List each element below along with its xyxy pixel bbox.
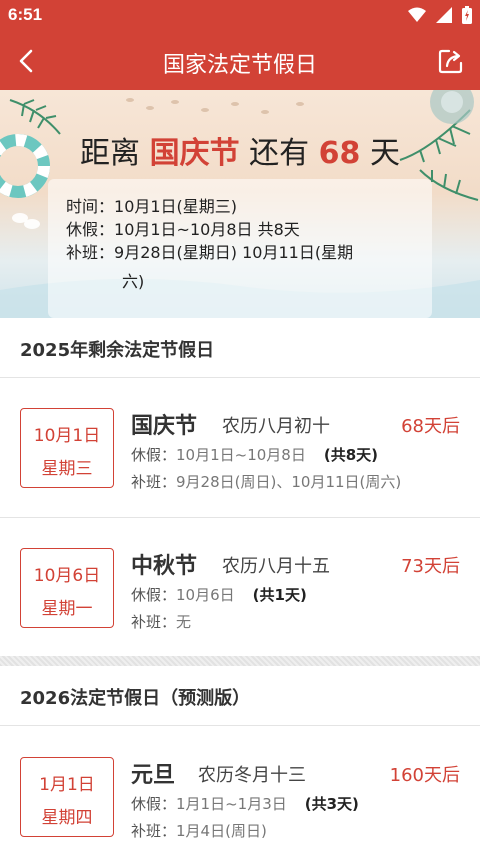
countdown-mid: 还有 — [249, 136, 310, 171]
makeup-label: 补班： — [131, 473, 177, 491]
holiday-makeup: 补班：无 — [131, 611, 191, 632]
date-box: 1月1日 星期四 — [20, 757, 114, 837]
share-icon — [438, 49, 463, 74]
vacation-label: 休假： — [131, 795, 177, 813]
holiday-lunar-date: 农历八月十五 — [222, 556, 330, 577]
countdown-banner: 距离 国庆节 还有 68 天 时间：10月1日(星期三) 休假：10月1日~10… — [0, 90, 480, 318]
countdown-prefix: 距离 — [80, 136, 141, 171]
detail-makeup-line: 补班：9月28日(星期日) 10月11日(星期 — [66, 241, 432, 264]
page-title: 国家法定节假日 — [162, 53, 317, 78]
makeup-value: 1月4日(周日) — [176, 822, 267, 840]
holiday-countdown: 68天后 — [401, 416, 460, 437]
date-box: 10月6日 星期一 — [20, 548, 114, 628]
countdown-holiday: 国庆节 — [149, 136, 240, 171]
holiday-date: 1月1日 — [39, 775, 95, 795]
vacation-total: (共3天) — [304, 795, 359, 813]
battery-icon — [462, 6, 472, 24]
vacation-value: 1月1日~1月3日 — [176, 795, 287, 813]
detail-vacation-value: 10月1日~10月8日 共8天 — [114, 220, 300, 239]
countdown-text: 距离 国庆节 还有 68 天 — [0, 128, 480, 172]
holiday-row-new-year[interactable]: 1月1日 星期四 元旦 农历冬月十三 160天后 休假：1月1日~1月3日 (共3… — [0, 727, 480, 853]
holiday-makeup: 补班：9月28日(周日)、10月11日(周六) — [131, 471, 401, 492]
holiday-lunar-date: 农历冬月十三 — [198, 765, 306, 786]
status-icons — [408, 6, 472, 24]
detail-makeup-overflow: 六) — [122, 272, 145, 291]
section-title: 2025年剩余法定节假日 — [20, 340, 215, 361]
holiday-weekday: 星期三 — [41, 459, 93, 479]
makeup-value: 无 — [176, 613, 192, 631]
date-box: 10月1日 星期三 — [20, 408, 114, 488]
holiday-weekday: 星期四 — [41, 808, 93, 828]
section-header-2026: 2026法定节假日（预测版） — [0, 666, 480, 726]
status-time: 6:51 — [8, 5, 43, 24]
detail-vacation-label: 休假： — [66, 220, 115, 239]
holiday-weekday: 星期一 — [41, 599, 93, 619]
vacation-label: 休假： — [131, 446, 177, 464]
holiday-name: 元旦 — [131, 763, 176, 788]
detail-time-line: 时间：10月1日(星期三) — [66, 195, 432, 218]
detail-vacation-line: 休假：10月1日~10月8日 共8天 — [66, 218, 432, 241]
holiday-date: 10月6日 — [33, 566, 101, 586]
section-header-2025: 2025年剩余法定节假日 — [0, 318, 480, 378]
holiday-date: 10月1日 — [33, 426, 101, 446]
detail-makeup-label: 补班： — [66, 243, 115, 262]
holiday-countdown: 73天后 — [401, 556, 460, 577]
makeup-value: 9月28日(周日)、10月11日(周六) — [176, 473, 402, 491]
status-bar: 6:51 — [0, 0, 480, 32]
vacation-total: (共1天) — [252, 586, 307, 604]
holiday-row-national-day[interactable]: 10月1日 星期三 国庆节 农历八月初十 68天后 休假：10月1日~10月8日… — [0, 378, 480, 518]
holiday-lunar-date: 农历八月初十 — [222, 416, 330, 437]
detail-makeup-value: 9月28日(星期日) 10月11日(星期 — [114, 243, 354, 262]
holiday-detail-card: 时间：10月1日(星期三) 休假：10月1日~10月8日 共8天 补班：9月28… — [48, 179, 432, 318]
app-bar: 国家法定节假日 — [0, 32, 480, 90]
vacation-value: 10月1日~10月8日 — [176, 446, 306, 464]
holiday-makeup: 补班：1月4日(周日) — [131, 820, 267, 841]
holiday-vacation: 休假：10月1日~10月8日 (共8天) — [131, 444, 378, 465]
section-divider — [0, 656, 480, 666]
countdown-days: 68 — [318, 136, 361, 171]
wifi-icon — [408, 7, 426, 22]
makeup-label: 补班： — [131, 613, 177, 631]
detail-time-value: 10月1日(星期三) — [114, 197, 238, 216]
vacation-value: 10月6日 — [176, 586, 235, 604]
vacation-total: (共8天) — [323, 446, 379, 464]
holiday-row-mid-autumn[interactable]: 10月6日 星期一 中秋节 农历八月十五 73天后 休假：10月6日 (共1天) … — [0, 518, 480, 658]
countdown-suffix: 天 — [369, 136, 400, 171]
holiday-countdown: 160天后 — [389, 765, 460, 786]
holiday-name: 国庆节 — [131, 414, 198, 439]
share-button[interactable] — [436, 46, 466, 76]
detail-time-label: 时间： — [66, 197, 115, 216]
section-title: 2026法定节假日（预测版） — [20, 688, 251, 709]
holiday-vacation: 休假：1月1日~1月3日 (共3天) — [131, 793, 359, 814]
vacation-label: 休假： — [131, 586, 177, 604]
signal-icon — [436, 7, 452, 23]
holiday-name: 中秋节 — [131, 554, 198, 579]
holiday-vacation: 休假：10月6日 (共1天) — [131, 584, 307, 605]
makeup-label: 补班： — [131, 822, 177, 840]
